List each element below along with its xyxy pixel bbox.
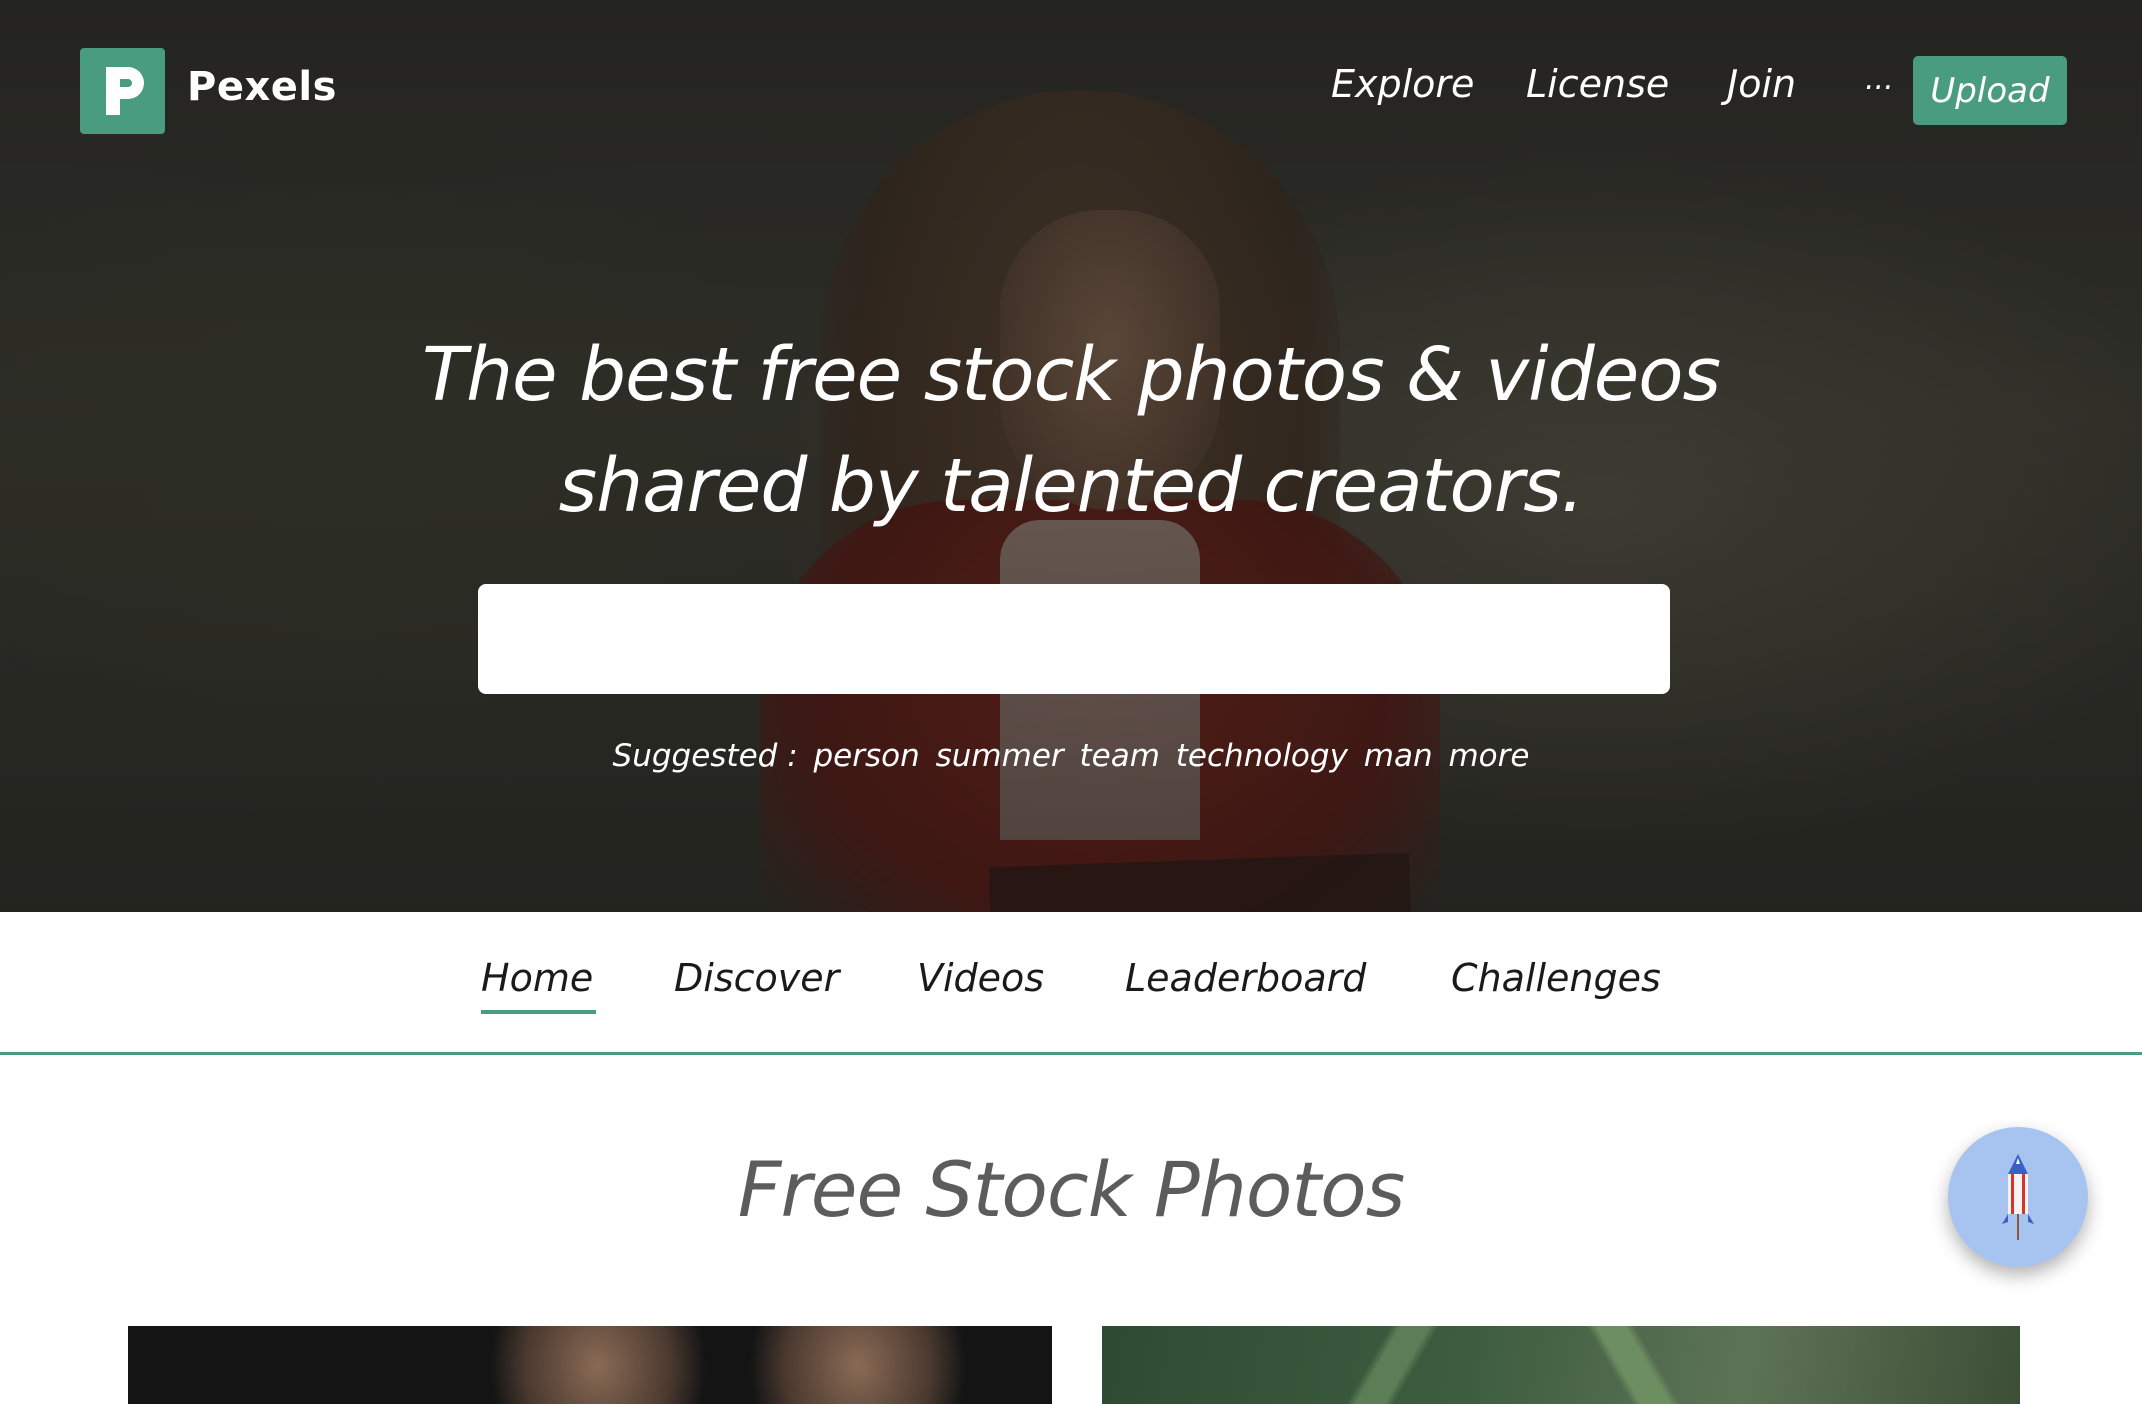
photo-card-cat[interactable] <box>128 1326 1052 1404</box>
rocket-fab-button[interactable] <box>1948 1127 2088 1267</box>
hero-headline-line-2: shared by talented creators. <box>558 443 1585 529</box>
tab-videos[interactable]: Videos <box>917 956 1044 1000</box>
brand-name[interactable]: Pexels <box>187 64 337 110</box>
suggested-more-link[interactable]: more <box>1448 738 1529 774</box>
search-input[interactable] <box>478 584 1670 694</box>
suggested-item-team[interactable]: team <box>1080 738 1160 774</box>
tab-home[interactable]: Home <box>481 956 593 1000</box>
active-tab-indicator <box>481 1010 596 1014</box>
section-title: Free Stock Photos <box>737 1145 1406 1234</box>
tab-leaderboard[interactable]: Leaderboard <box>1125 956 1366 1000</box>
tab-discover[interactable]: Discover <box>674 956 839 1000</box>
section-tabs: Home Discover Videos Leaderboard Challen… <box>0 912 2142 1055</box>
pexels-logo-icon[interactable] <box>80 48 165 134</box>
hero-headline-line-1: The best free stock photos & videos <box>421 332 1721 418</box>
pexels-p-icon <box>105 67 144 115</box>
hero-banner: Pexels Explore License Join ... Upload T… <box>0 0 2142 912</box>
suggested-searches: Suggested : person summer team technolog… <box>0 738 2142 774</box>
nav-link-license[interactable]: License <box>1526 62 1669 106</box>
suggested-item-person[interactable]: person <box>814 738 920 774</box>
suggested-item-man[interactable]: man <box>1364 738 1433 774</box>
suggested-item-technology[interactable]: technology <box>1176 738 1348 774</box>
tab-challenges[interactable]: Challenges <box>1451 956 1661 1000</box>
suggested-item-summer[interactable]: summer <box>936 738 1064 774</box>
nav-link-explore[interactable]: Explore <box>1331 62 1474 106</box>
suggested-label: Suggested : <box>612 738 798 774</box>
photo-card-leaves[interactable] <box>1102 1326 2020 1404</box>
upload-button[interactable]: Upload <box>1913 56 2067 125</box>
nav-more-button[interactable]: ... <box>1865 62 1894 97</box>
nav-link-join[interactable]: Join <box>1727 62 1796 106</box>
hero-headline: The best free stock photos & videos shar… <box>200 320 1942 542</box>
rocket-icon <box>2002 1154 2034 1240</box>
